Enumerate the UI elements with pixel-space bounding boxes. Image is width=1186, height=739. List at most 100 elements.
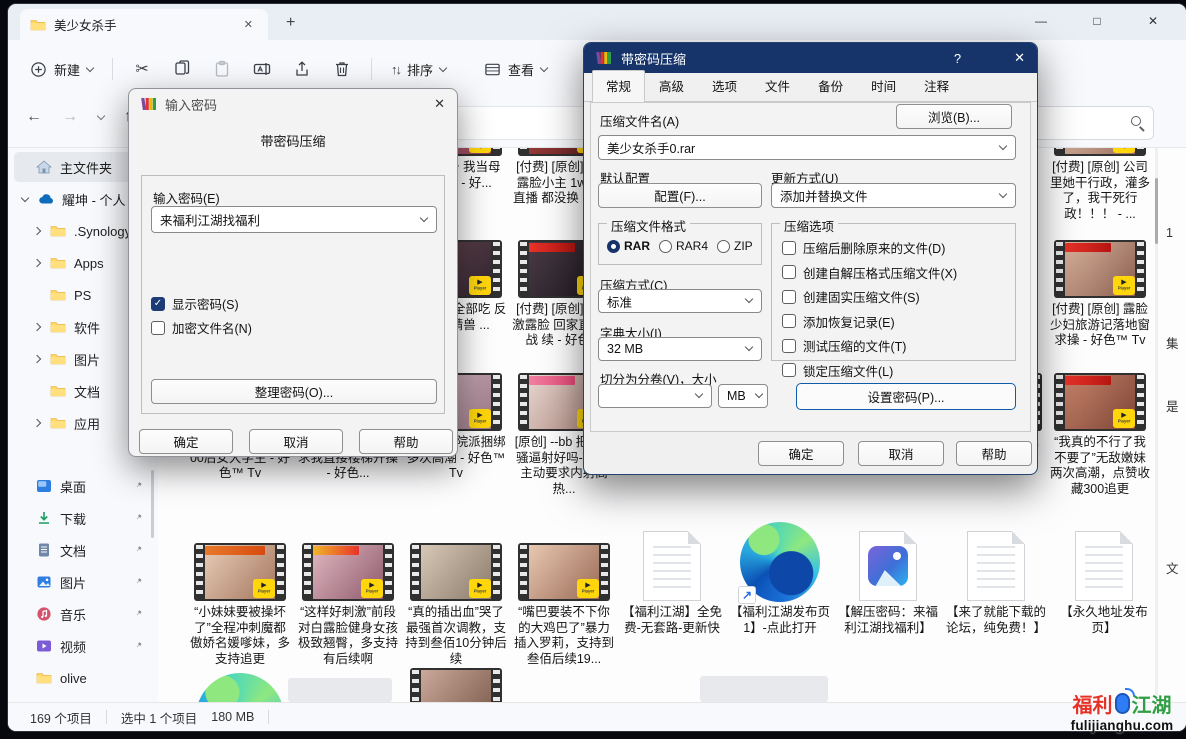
profiles-button[interactable]: 配置(F)... bbox=[598, 183, 762, 208]
file-item-video[interactable]: ▶Player “我真的不行了我不要了”无敌嫩妹两次高潮，点赞收藏300追更 bbox=[1048, 373, 1152, 497]
edge-browser-icon-partial[interactable] bbox=[196, 673, 284, 702]
tab-comment[interactable]: 注释 bbox=[910, 70, 963, 101]
sidebar-item-clipped[interactable] bbox=[14, 695, 156, 702]
radio-rar-checked[interactable] bbox=[607, 240, 620, 253]
close-icon[interactable]: ✕ bbox=[434, 96, 445, 112]
file-item-text[interactable]: 【福利江湖】全免费-无套路-更新快 bbox=[620, 531, 724, 636]
chevron-right-icon[interactable] bbox=[33, 259, 41, 267]
tab-general[interactable]: 常规 bbox=[592, 70, 645, 102]
tab-files[interactable]: 文件 bbox=[751, 70, 804, 101]
screen: 美少女杀手 ✕ + — □ ✕ 新建 ✂ ↑↓ 排序 查 bbox=[0, 0, 1186, 739]
file-item-text[interactable]: 【永久地址发布页】 bbox=[1052, 531, 1156, 636]
update-mode-select[interactable]: 添加并替换文件 bbox=[771, 183, 1016, 208]
close-icon[interactable]: ✕ bbox=[1014, 50, 1025, 66]
password-input[interactable]: 来福利江湖找福利 bbox=[151, 206, 437, 233]
sidebar-item-desktop[interactable]: 桌面 bbox=[14, 471, 156, 501]
chevron-down-icon[interactable] bbox=[999, 141, 1007, 149]
tab-advanced[interactable]: 高级 bbox=[645, 70, 698, 101]
file-item-video[interactable]: ▶Player “小妹妹要被操坏了”全程冲刺魔都傲娇名媛嗲妹，多支持追更 bbox=[188, 543, 292, 667]
set-password-button[interactable]: 设置密码(P)... bbox=[796, 383, 1016, 410]
rename-button[interactable] bbox=[242, 53, 282, 85]
file-item-edge-shortcut[interactable]: ↗ 【福利江湖发布页1】-点此打开 bbox=[728, 522, 832, 636]
file-item-video[interactable]: ▶Player “真的插出血”哭了最强首次调教，支持到叁佰10分钟后续 bbox=[404, 543, 508, 667]
option-lock[interactable]: 锁定压缩文件(L) bbox=[782, 361, 1009, 380]
ok-button[interactable]: 确定 bbox=[758, 441, 844, 466]
new-label: 新建 bbox=[54, 60, 80, 79]
close-button[interactable]: ✕ bbox=[1142, 14, 1164, 28]
file-item-image[interactable]: 【解压密码：来福利江湖找福利】 bbox=[836, 531, 940, 636]
search-icon bbox=[1131, 116, 1141, 126]
paste-button[interactable] bbox=[202, 53, 242, 85]
back-button[interactable]: ← bbox=[26, 108, 42, 126]
sidebar-item-downloads[interactable]: 下载 bbox=[14, 503, 156, 533]
show-password-checkbox[interactable]: ✓ 显示密码(S) bbox=[151, 294, 239, 313]
chevron-right-icon[interactable] bbox=[33, 419, 41, 427]
tab-close-icon[interactable]: ✕ bbox=[239, 16, 258, 33]
split-size-input[interactable] bbox=[598, 384, 712, 408]
split-unit-select[interactable]: MB bbox=[718, 384, 768, 408]
forward-button[interactable]: → bbox=[62, 108, 78, 126]
option-solid[interactable]: 创建固实压缩文件(S) bbox=[782, 287, 1009, 306]
option-sfx[interactable]: 创建自解压格式压缩文件(X) bbox=[782, 263, 1009, 282]
maximize-button[interactable]: □ bbox=[1086, 14, 1108, 28]
file-item-video[interactable]: ▶Player “嘴巴要装不下你的大鸡巴了”暴力插入罗莉，支持到叁佰后续19..… bbox=[512, 543, 616, 667]
file-item-video[interactable]: ▶Player [付费] [原创] 公司里她干行政，灌多了，我干死行政！！！ -… bbox=[1048, 148, 1152, 222]
share-button[interactable] bbox=[282, 53, 322, 85]
sidebar-item-videos[interactable]: 视频 bbox=[14, 631, 156, 661]
explorer-tab[interactable]: 美少女杀手 ✕ bbox=[20, 9, 268, 40]
archive-name-input[interactable]: 美少女杀手0.rar bbox=[598, 135, 1016, 160]
chevron-right-icon[interactable] bbox=[33, 355, 41, 363]
chevron-down-icon[interactable] bbox=[745, 343, 753, 351]
chevron-down-icon[interactable] bbox=[695, 390, 703, 398]
video-thumbnail-partial[interactable] bbox=[410, 668, 502, 702]
delete-button[interactable] bbox=[322, 53, 362, 85]
compression-method-select[interactable]: 标准 bbox=[598, 289, 762, 313]
chevron-down-icon[interactable] bbox=[755, 390, 763, 398]
search-input[interactable] bbox=[1022, 106, 1154, 140]
new-tab-button[interactable]: + bbox=[286, 14, 295, 32]
sidebar-item-olive[interactable]: olive bbox=[14, 663, 156, 693]
chevron-down-icon[interactable] bbox=[999, 189, 1007, 197]
minimize-button[interactable]: — bbox=[1030, 14, 1052, 28]
tab-backup[interactable]: 备份 bbox=[804, 70, 857, 101]
view-button[interactable]: 查看 bbox=[474, 53, 557, 85]
cancel-button[interactable]: 取消 bbox=[249, 429, 343, 454]
sidebar-item-label: olive bbox=[60, 671, 87, 686]
sidebar-item-pictures[interactable]: 图片 bbox=[14, 567, 156, 597]
help-button[interactable]: 帮助 bbox=[956, 441, 1032, 466]
chevron-right-icon[interactable] bbox=[33, 227, 41, 235]
encrypt-filenames-checkbox[interactable]: 加密文件名(N) bbox=[151, 318, 252, 337]
sidebar-item-documents[interactable]: 文档 bbox=[14, 535, 156, 565]
file-item-video[interactable]: ▶Player [付费] [原创] 露脸少妇旅游记落地窗求操 - 好色™ Tv bbox=[1048, 240, 1152, 349]
sort-button[interactable]: ↑↓ 排序 bbox=[381, 53, 456, 85]
history-chevron-icon[interactable] bbox=[97, 111, 105, 119]
sidebar-item-music[interactable]: 音乐 bbox=[14, 599, 156, 629]
dialog-title-bar[interactable]: 带密码压缩 ? ✕ bbox=[584, 43, 1037, 73]
chevron-down-icon[interactable] bbox=[21, 193, 29, 201]
sidebar-scrollbar[interactable] bbox=[151, 470, 154, 538]
option-recovery[interactable]: 添加恢复记录(E) bbox=[782, 312, 1009, 331]
browse-button[interactable]: 浏览(B)... bbox=[896, 104, 1012, 129]
chevron-down-icon[interactable] bbox=[745, 295, 753, 303]
option-delete-files[interactable]: 压缩后删除原来的文件(D) bbox=[782, 238, 1009, 257]
new-button[interactable]: 新建 bbox=[20, 53, 103, 85]
tab-options[interactable]: 选项 bbox=[698, 70, 751, 101]
file-item-video[interactable]: ▶Player “这样好刺激”前段对白露脸健身女孩极致翘臀，多支持有后续啊 bbox=[296, 543, 400, 667]
chevron-right-icon[interactable] bbox=[33, 323, 41, 331]
cancel-button[interactable]: 取消 bbox=[858, 441, 944, 466]
help-button[interactable]: 帮助 bbox=[359, 429, 453, 454]
dictionary-size-select[interactable]: 32 MB bbox=[598, 337, 762, 361]
radio-zip[interactable] bbox=[717, 240, 730, 253]
option-test[interactable]: 测试压缩的文件(T) bbox=[782, 336, 1009, 355]
file-item-text[interactable]: 【来了就能下载的论坛，纯免费！】 bbox=[944, 531, 1048, 636]
ok-button[interactable]: 确定 bbox=[139, 429, 233, 454]
help-icon[interactable]: ? bbox=[954, 51, 961, 66]
dialog-title-bar[interactable]: 输入密码 ✕ bbox=[129, 89, 457, 119]
copy-button[interactable] bbox=[162, 53, 202, 85]
chevron-down-icon[interactable] bbox=[420, 213, 428, 221]
radio-rar4[interactable] bbox=[659, 240, 672, 253]
tab-time[interactable]: 时间 bbox=[857, 70, 910, 101]
organize-passwords-button[interactable]: 整理密码(O)... bbox=[151, 379, 437, 404]
cut-button[interactable]: ✂ bbox=[122, 53, 162, 85]
scrollbar-thumb[interactable] bbox=[1155, 178, 1158, 244]
